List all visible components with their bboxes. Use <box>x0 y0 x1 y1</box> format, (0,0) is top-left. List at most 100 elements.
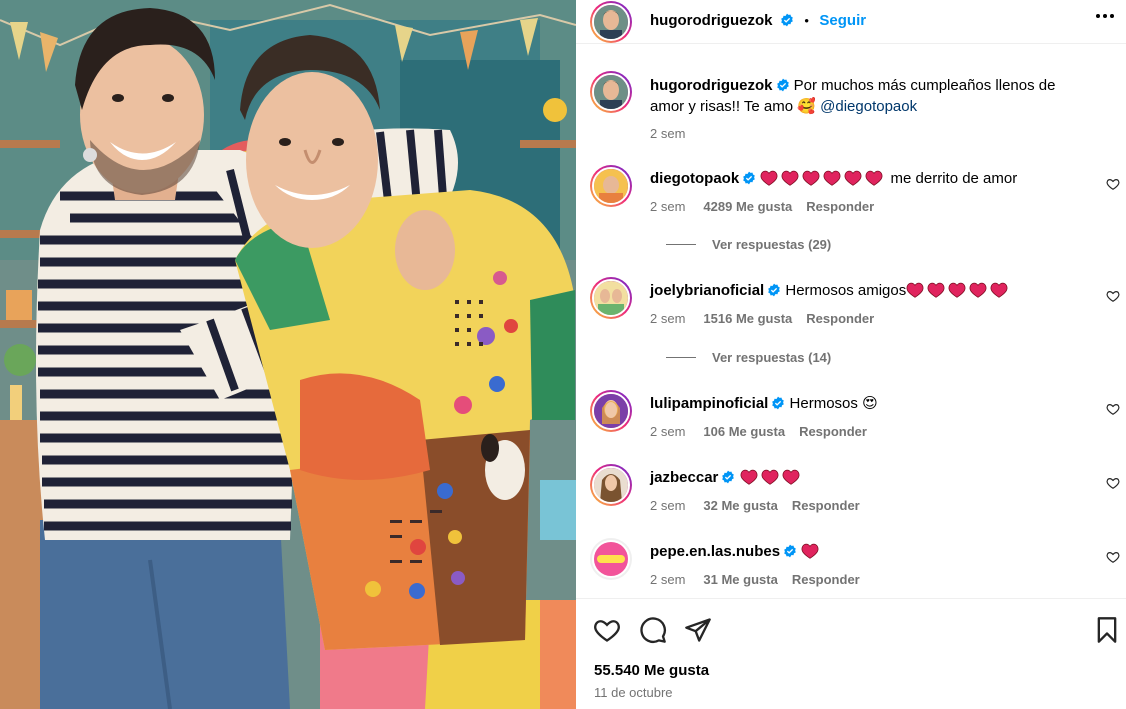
red-heart-emoji <box>906 282 924 298</box>
comment-likes[interactable]: 106 Me gusta <box>703 424 785 439</box>
caption-emoji: 🥰 <box>797 98 816 115</box>
comment-item: pepe.en.las.nubes 2 sem 31 Me gusta Respon… <box>590 538 1120 598</box>
red-heart-emoji <box>802 170 820 186</box>
post-panel: hugorodriguezok • Seguir hugorodriguezok… <box>576 0 1126 709</box>
comment-avatar[interactable] <box>590 277 632 319</box>
view-replies-button[interactable]: Ver respuestas (14) <box>666 350 831 365</box>
caption-time: 2 sem <box>650 126 686 141</box>
verified-icon <box>781 13 793 27</box>
header-info: hugorodriguezok • Seguir <box>650 12 866 30</box>
red-heart-emojis <box>801 543 822 560</box>
save-icon[interactable] <box>1093 616 1121 644</box>
red-heart-emoji <box>782 469 799 485</box>
reply-button[interactable]: Responder <box>792 498 860 513</box>
share-icon[interactable] <box>684 616 712 644</box>
comment-author[interactable]: pepe.en.las.nubes <box>650 543 780 560</box>
comment-text: Hermosos amigos <box>785 282 907 299</box>
view-replies-button[interactable]: Ver respuestas (29) <box>666 237 831 252</box>
more-options-icon[interactable] <box>1096 14 1114 18</box>
comment-emoji: 😍 <box>862 395 878 412</box>
heart-icon[interactable] <box>1106 476 1120 490</box>
comment-avatar-image <box>594 468 628 502</box>
comment-body: pepe.en.las.nubes <box>650 541 1090 562</box>
caption: hugorodriguezok Por muchos más cumpleaño… <box>590 71 1110 141</box>
heart-icon[interactable] <box>593 616 621 644</box>
comment-likes[interactable]: 32 Me gusta <box>703 498 777 513</box>
verified-icon <box>772 396 785 410</box>
comment-time: 2 sem <box>650 498 686 513</box>
verified-icon <box>722 470 735 484</box>
likes-count[interactable]: 55.540 Me gusta <box>594 662 709 679</box>
comment-text: me derrito de amor <box>890 170 1018 187</box>
comment-avatar-image <box>594 169 628 203</box>
replies-line <box>666 244 696 245</box>
reply-button[interactable]: Responder <box>806 311 874 326</box>
comment-avatar-image <box>594 394 628 428</box>
red-heart-emoji <box>844 170 862 186</box>
author-avatar[interactable] <box>590 1 632 43</box>
replies-line <box>666 357 696 358</box>
comment-avatar[interactable] <box>590 464 632 506</box>
comment-time: 2 sem <box>650 424 686 439</box>
author-username[interactable]: hugorodriguezok <box>650 12 773 29</box>
post-photo[interactable] <box>0 0 576 709</box>
comment-body: jazbeccar <box>650 467 1090 488</box>
verified-icon <box>776 78 789 92</box>
comment-author[interactable]: diegotopaok <box>650 170 739 187</box>
caption-body: hugorodriguezok Por muchos más cumpleaño… <box>650 75 1090 117</box>
comment-time: 2 sem <box>650 572 686 587</box>
post-header: hugorodriguezok • Seguir <box>576 0 1126 44</box>
follow-button[interactable]: Seguir <box>819 12 866 29</box>
red-heart-emoji <box>761 469 778 485</box>
comment-item: joelybrianoficial Hermosos amigos 2 sem 1… <box>590 277 1120 367</box>
view-replies-label: Ver respuestas (14) <box>712 350 832 365</box>
caption-avatar[interactable] <box>590 71 632 113</box>
comment-meta: 2 sem 31 Me gusta Responder <box>650 572 860 587</box>
heart-icon[interactable] <box>1106 289 1120 303</box>
comment-time: 2 sem <box>650 199 686 214</box>
comment-avatar[interactable] <box>590 165 632 207</box>
comment-likes[interactable]: 4289 Me gusta <box>703 199 792 214</box>
comment-meta: 2 sem 4289 Me gusta Responder <box>650 199 874 214</box>
heart-icon[interactable] <box>1106 402 1120 416</box>
caption-mention[interactable]: @diegotopaok <box>820 98 917 115</box>
comment-avatar[interactable] <box>590 390 632 432</box>
verified-icon <box>743 171 755 185</box>
author-avatar-image <box>594 5 628 39</box>
comment-icon[interactable] <box>639 616 667 644</box>
comment-likes[interactable]: 1516 Me gusta <box>703 311 792 326</box>
comment-item: diegotopaok me derrito de amor 2 sem 4289… <box>590 165 1120 255</box>
red-heart-emoji <box>927 282 945 298</box>
comment-avatar-image <box>594 281 628 315</box>
comment-author[interactable]: lulipampinoficial <box>650 395 768 412</box>
comment-avatar[interactable] <box>590 538 632 580</box>
red-heart-emojis <box>760 170 886 187</box>
comment-time: 2 sem <box>650 311 686 326</box>
caption-author[interactable]: hugorodriguezok <box>650 77 773 94</box>
red-heart-emoji <box>948 282 966 298</box>
red-heart-emojis <box>740 469 803 486</box>
comment-item: lulipampinoficial Hermosos 😍 2 sem 106 Me… <box>590 390 1120 450</box>
red-heart-emoji <box>740 469 757 485</box>
comment-item: jazbeccar 2 sem 32 Me gusta Responder <box>590 464 1120 524</box>
comment-likes[interactable]: 31 Me gusta <box>703 572 777 587</box>
comment-author[interactable]: jazbeccar <box>650 469 718 486</box>
red-heart-emoji <box>865 170 883 186</box>
red-heart-emoji <box>990 282 1008 298</box>
view-replies-label: Ver respuestas (29) <box>712 237 832 252</box>
verified-icon <box>768 283 780 297</box>
reply-button[interactable]: Responder <box>792 572 860 587</box>
heart-icon[interactable] <box>1106 177 1120 191</box>
verified-icon <box>784 544 796 558</box>
heart-icon[interactable] <box>1106 550 1120 564</box>
caption-avatar-image <box>594 75 628 109</box>
reply-button[interactable]: Responder <box>806 199 874 214</box>
comment-author[interactable]: joelybrianoficial <box>650 282 764 299</box>
comment-body: diegotopaok me derrito de amor <box>650 168 1090 189</box>
red-heart-emoji <box>801 543 819 559</box>
post-date: 11 de octubre <box>594 685 673 700</box>
post-image <box>0 0 576 709</box>
post-actions: 55.540 Me gusta 11 de octubre <box>576 598 1126 709</box>
red-heart-emoji <box>823 170 841 186</box>
reply-button[interactable]: Responder <box>799 424 867 439</box>
